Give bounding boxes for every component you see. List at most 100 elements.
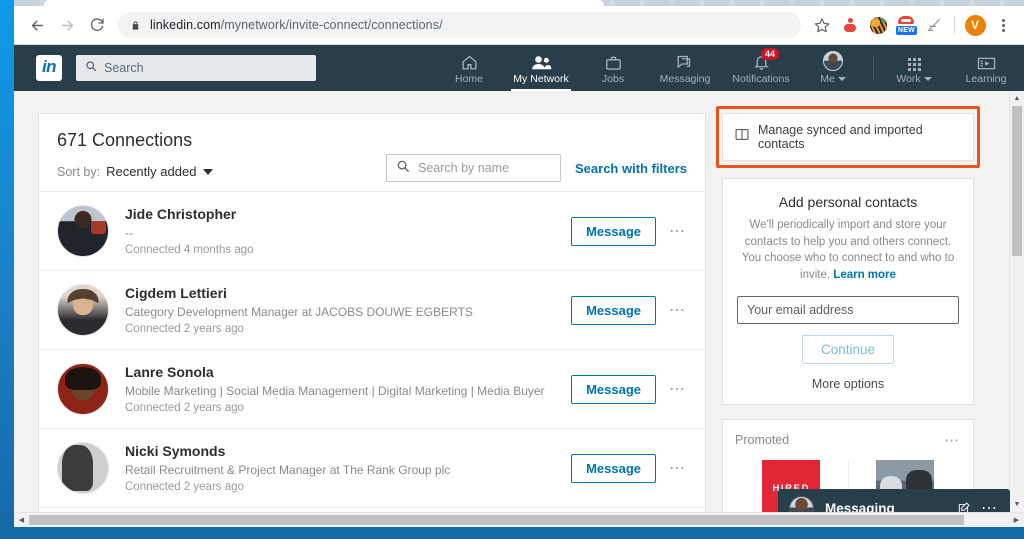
avatar[interactable] [57,363,109,415]
three-dot-icon[interactable]: ⋯ [669,300,687,320]
scroll-left-arrow[interactable]: ◀ [14,513,29,527]
connection-headline: -- [125,226,571,240]
nav-label: Me [820,73,835,85]
url-path: /mynetwork/invite-connect/connections/ [221,18,443,32]
nav-item-work[interactable]: Work [880,45,948,91]
manage-synced-contacts-button[interactable]: Manage synced and imported contacts [722,113,974,161]
browser-toolbar: linkedin.com/mynetwork/invite-connect/co… [14,6,1024,45]
page-title: 671 Connections [57,130,687,151]
sidebar-column: Manage synced and imported contacts Add … [722,113,974,527]
nav-label-row: Me [820,73,846,85]
scroll-right-arrow[interactable]: ▶ [1009,513,1024,527]
table-row[interactable]: Cigdem Lettieri Category Development Man… [39,270,705,349]
nav-item-learning[interactable]: Learning [948,45,1024,91]
adblock-extension-icon[interactable] [837,12,863,38]
nav-items: Home My Network Jobs [435,45,1024,91]
horizontal-scrollbar[interactable]: ◀ ▶ [14,512,1024,527]
connection-name[interactable]: Nicki Symonds [125,443,571,459]
nav-label: My Network [513,73,568,85]
address-book-icon [735,128,749,146]
table-row[interactable]: Nicki Symonds Retail Recruitment & Proje… [39,428,705,507]
scroll-thumb[interactable] [1012,106,1022,256]
avatar[interactable] [57,442,109,494]
search-placeholder: Search [104,61,144,75]
grid-icon [908,54,921,71]
continue-button[interactable]: Continue [802,335,894,364]
message-button[interactable]: Message [571,296,656,325]
toolbar-icons: NEW V [809,12,1016,38]
scroll-up-arrow[interactable]: ▲ [1010,91,1024,106]
nav-item-notifications[interactable]: 44 Notifications [723,45,799,91]
email-placeholder: Your email address [747,303,854,317]
connections-header: 671 Connections Sort by: Recently added [39,114,705,191]
honey-extension-icon[interactable] [865,12,891,38]
avatar[interactable] [57,284,109,336]
connection-info: Jide Christopher -- Connected 4 months a… [125,206,571,256]
search-icon [85,59,97,77]
manage-contacts-label: Manage synced and imported contacts [758,123,961,151]
nav-item-messaging[interactable]: Messaging [647,45,723,91]
active-tab[interactable] [44,0,604,6]
three-dot-menu-icon[interactable] [990,12,1016,38]
connection-info: Nicki Symonds Retail Recruitment & Proje… [125,443,571,493]
connection-name[interactable]: Cigdem Lettieri [125,285,571,301]
search-row: Search by name Search with filters [386,154,687,182]
nav-item-my-network[interactable]: My Network [503,45,579,91]
search-input[interactable]: Search [76,55,316,81]
learn-more-link[interactable]: Learn more [833,269,896,281]
message-bubble-icon [676,54,694,71]
pen-extension-icon[interactable] [921,12,947,38]
nav-label-row: Work [896,73,931,85]
avatar-icon [823,54,843,71]
manage-contacts-wrapper: Manage synced and imported contacts [722,113,974,161]
new-badge-extension-icon[interactable]: NEW [893,12,919,38]
message-button[interactable]: Message [571,454,656,483]
scroll-down-arrow[interactable]: ▼ [1010,497,1024,512]
toolbar-divider [954,17,955,34]
three-dot-icon[interactable]: ⋯ [669,379,687,399]
url-text: linkedin.com/mynetwork/invite-connect/co… [150,18,443,32]
star-icon[interactable] [809,12,835,38]
reload-icon[interactable] [82,10,112,40]
connection-info: Lanre Sonola Mobile Marketing | Social M… [125,364,571,414]
email-field[interactable]: Your email address [737,296,959,324]
back-arrow-icon[interactable] [22,10,52,40]
notifications-badge: 44 [761,48,779,60]
nav-item-me[interactable]: Me [799,45,867,91]
connections-card: 671 Connections Sort by: Recently added [38,113,706,527]
address-bar[interactable]: linkedin.com/mynetwork/invite-connect/co… [118,12,801,38]
search-icon [396,159,410,178]
nav-label: Messaging [660,73,711,85]
connection-headline: Retail Recruitment & Project Manager at … [125,463,571,477]
message-button[interactable]: Message [571,375,656,404]
connection-date: Connected 2 years ago [125,402,571,414]
search-with-filters-link[interactable]: Search with filters [575,161,687,176]
forward-arrow-icon [52,10,82,40]
search-by-name-input[interactable]: Search by name [386,154,561,182]
lock-icon [130,20,141,31]
profile-initial: V [965,15,986,36]
scroll-thumb[interactable] [29,515,964,525]
linkedin-logo[interactable]: in [36,55,62,81]
linkedin-page: in Search Home My Netw [14,45,1024,527]
avatar[interactable] [57,205,109,257]
connection-name[interactable]: Lanre Sonola [125,364,571,380]
three-dot-icon[interactable]: ⋯ [669,221,687,241]
connection-date: Connected 4 months ago [125,244,571,256]
table-row[interactable]: Lanre Sonola Mobile Marketing | Social M… [39,349,705,428]
three-dot-icon[interactable]: ⋯ [669,458,687,478]
more-options-link[interactable]: More options [737,377,959,391]
nav-divider [873,55,874,81]
avatar[interactable]: V [962,12,988,38]
nav-item-jobs[interactable]: Jobs [579,45,647,91]
table-row[interactable]: Jide Christopher -- Connected 4 months a… [39,191,705,270]
briefcase-icon [605,54,622,71]
message-button[interactable]: Message [571,217,656,246]
home-icon [461,54,478,71]
vertical-scrollbar[interactable]: ▲ ▼ [1009,91,1024,512]
card-body: We'll periodically import and store your… [737,217,959,284]
nav-item-home[interactable]: Home [435,45,503,91]
learning-play-icon [977,54,996,71]
connection-name[interactable]: Jide Christopher [125,206,571,222]
three-dot-icon[interactable]: ⋯ [944,431,961,449]
